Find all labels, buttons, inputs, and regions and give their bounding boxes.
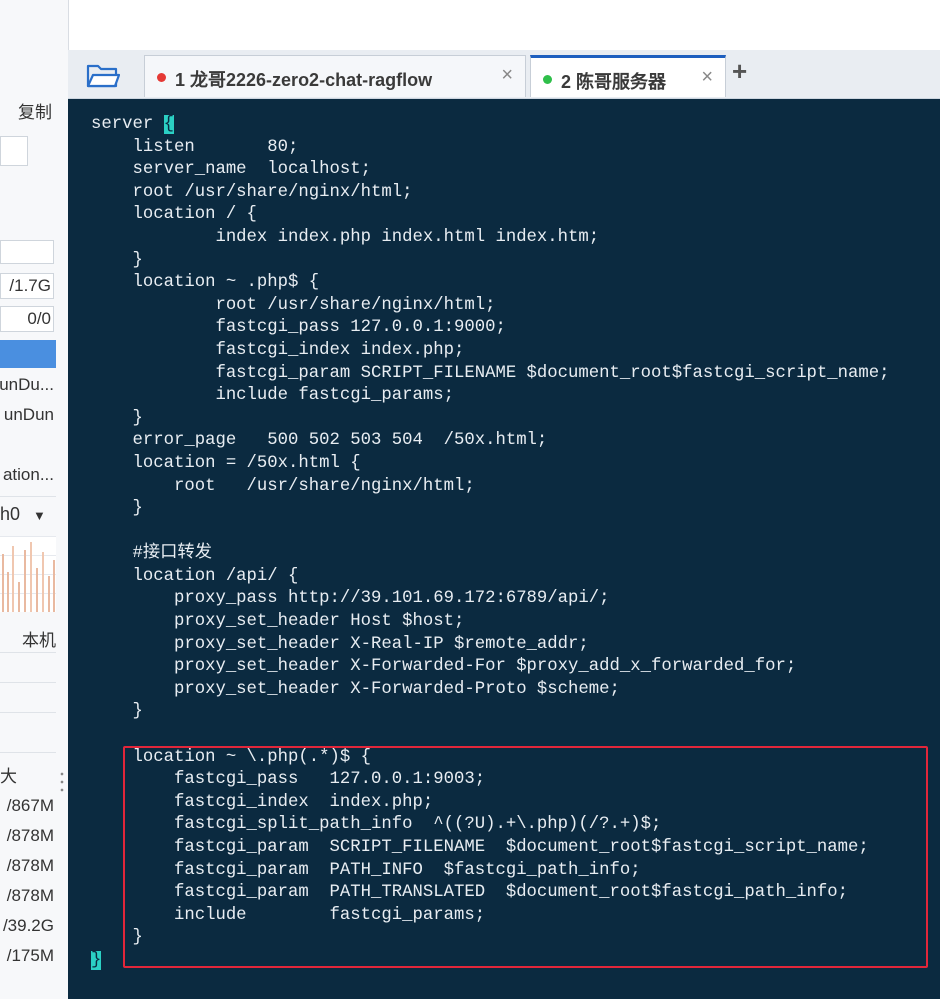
close-icon[interactable]: × (701, 66, 713, 89)
terminal-line: root /usr/share/nginx/html; (91, 182, 413, 202)
terminal-line: proxy_set_header X-Forwarded-Proto $sche… (91, 679, 620, 699)
terminal-line: proxy_set_header X-Real-IP $remote_addr; (91, 634, 589, 654)
network-interface-select[interactable]: h0 ▼ (0, 504, 46, 525)
tab-session-1[interactable]: 1 龙哥2226-zero2-chat-ragflow × (144, 55, 526, 97)
list-item[interactable]: /39.2G (0, 912, 56, 942)
matched-brace: { (163, 115, 174, 134)
divider (0, 682, 56, 683)
terminal-line: proxy_set_header Host $host; (91, 612, 465, 632)
terminal-line: fastcgi_index index.php; (91, 340, 465, 360)
terminal-view[interactable]: server { listen 80; server_name localhos… (68, 99, 940, 999)
process-row[interactable]: unDun (0, 400, 56, 430)
list-item[interactable]: /878M (0, 822, 56, 852)
terminal-line: root /usr/share/nginx/html; (91, 476, 475, 496)
copy-button[interactable]: 复制 (18, 98, 52, 123)
list-item[interactable]: /878M (0, 852, 56, 882)
tab-session-2[interactable]: 2 陈哥服务器 × (530, 55, 726, 97)
process-row[interactable]: ation... (0, 460, 56, 490)
left-sidebar-panel: 复制 /1.7G 0/0 unDu... unDun ation... h0 ▼… (0, 0, 69, 999)
graph-bar (42, 552, 44, 612)
graph-bar (53, 560, 55, 612)
tab-label: 1 龙哥2226-zero2-chat-ragflow (175, 70, 433, 90)
list-item[interactable]: /175M (0, 942, 56, 972)
matched-brace: } (91, 950, 102, 970)
terminal-line: location /api/ { (91, 566, 299, 586)
splitter-handle[interactable] (60, 770, 64, 794)
terminal-line: } (91, 250, 143, 270)
list-item[interactable]: /867M (0, 792, 56, 822)
tab-bar: 1 龙哥2226-zero2-chat-ragflow × 2 陈哥服务器 × … (68, 50, 940, 100)
terminal-line: location / { (91, 205, 257, 225)
divider (0, 752, 56, 753)
terminal-line: proxy_pass http://39.101.69.172:6789/api… (91, 589, 610, 609)
status-dot-icon (543, 75, 552, 84)
terminal-line: fastcgi_param SCRIPT_FILENAME $document_… (91, 363, 890, 383)
terminal-line: #接口转发 (91, 544, 212, 564)
terminal-line: } (91, 499, 143, 519)
terminal-line: fastcgi_pass 127.0.0.1:9000; (91, 318, 506, 338)
terminal-line: server_name localhost; (91, 160, 372, 180)
divider (0, 712, 56, 713)
terminal-line: location = /50x.html { (91, 453, 361, 473)
graph-bar (36, 568, 38, 612)
size-column-header[interactable]: 大小 (0, 758, 56, 788)
terminal-line: location ~ .php$ { (91, 273, 320, 293)
graph-bar (2, 554, 4, 612)
graph-bar (30, 542, 32, 612)
highlight-box (123, 746, 928, 968)
swap-value: 0/0 (27, 309, 51, 328)
close-icon[interactable]: × (501, 64, 513, 87)
terminal-line: } (91, 702, 143, 722)
local-label: 本机 (22, 631, 56, 650)
divider (0, 496, 56, 497)
process-list-header (0, 340, 56, 368)
terminal-line: } (91, 408, 143, 428)
status-dot-icon (157, 73, 166, 82)
chevron-down-icon: ▼ (33, 508, 46, 523)
address-field[interactable] (0, 136, 28, 166)
terminal-line: server { (91, 115, 174, 134)
terminal-line: error_page 500 502 503 504 /50x.html; (91, 431, 548, 451)
graph-bar (48, 576, 50, 612)
graph-bar (12, 546, 14, 612)
list-item[interactable]: /878M (0, 882, 56, 912)
graph-bar (18, 582, 20, 612)
graph-bar (7, 572, 9, 612)
new-tab-button[interactable]: + (732, 56, 747, 87)
folder-icon[interactable] (86, 62, 120, 88)
process-row[interactable]: unDu... (0, 370, 56, 400)
swap-box: 0/0 (0, 306, 54, 332)
terminal-line: root /usr/share/nginx/html; (91, 295, 496, 315)
terminal-line: listen 80; (91, 137, 299, 157)
terminal-line: index index.php index.html index.htm; (91, 227, 600, 247)
network-graph (0, 536, 56, 612)
graph-bar (24, 550, 26, 612)
tab-label: 2 陈哥服务器 (561, 72, 667, 92)
memory-box: /1.7G (0, 273, 54, 299)
info-field (0, 240, 54, 264)
terminal-line: proxy_set_header X-Forwarded-For $proxy_… (91, 657, 797, 677)
divider (0, 652, 56, 653)
terminal-line: include fastcgi_params; (91, 386, 454, 406)
memory-value: /1.7G (9, 276, 51, 295)
